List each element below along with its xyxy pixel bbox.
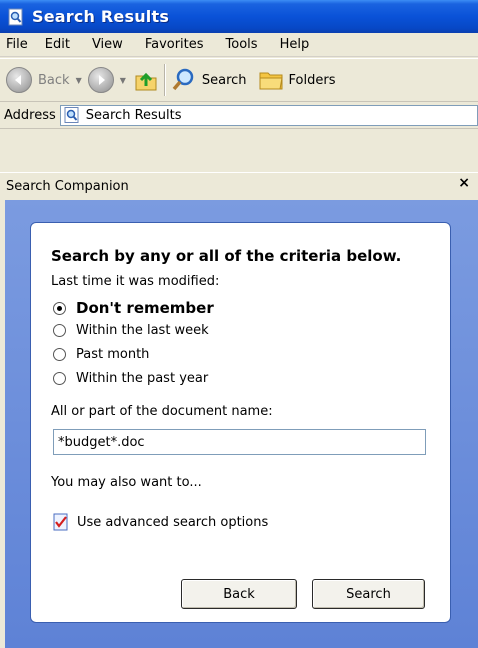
explorer-window: Search Results File Edit View Favorites … [0,0,478,648]
option-label: Past month [76,347,150,362]
name-label: All or part of the document name: [51,404,273,419]
radio-button[interactable] [53,324,66,337]
menu-help[interactable]: Help [280,37,310,52]
menu-file[interactable]: File [6,37,28,52]
back-label: Back [38,72,70,88]
search-pane-button[interactable]: Search [312,579,425,609]
toolbar: Back ▼ ▼ Search Folders [0,58,478,102]
radio-button[interactable] [53,301,66,315]
option-past-month[interactable]: Past month [53,347,149,362]
option-last-week[interactable]: Within the last week [53,323,209,338]
criteria-heading: Search by any or all of the criteria bel… [51,247,402,265]
option-past-year[interactable]: Within the past year [53,371,208,386]
search-criteria-card: Search by any or all of the criteria bel… [30,222,451,623]
radio-button[interactable] [53,348,66,361]
up-folder-button[interactable] [132,66,160,94]
modified-label: Last time it was modified: [51,274,220,289]
also-label: You may also want to... [51,475,202,490]
option-label: Within the past year [76,371,209,386]
window-title: Search Results [32,7,170,26]
toolbar-separator [163,64,166,96]
back-button[interactable]: Back [6,67,70,93]
pane-title: Search Companion [6,178,129,194]
advanced-options-link[interactable]: Use advanced search options [53,513,268,531]
back-pane-button[interactable]: Back [181,579,297,609]
address-value: Search Results [85,107,182,123]
address-label: Address [4,107,56,123]
menu-tools[interactable]: Tools [226,37,258,52]
menu-bar: File Edit View Favorites Tools Help [0,33,478,57]
back-dropdown-icon[interactable]: ▼ [76,76,82,85]
folders-label: Folders [288,72,336,88]
close-icon[interactable]: × [458,175,470,191]
search-button[interactable]: Search [170,66,247,94]
menu-view[interactable]: View [92,37,123,52]
search-results-icon [64,107,79,123]
up-folder-icon [135,72,157,91]
folders-icon [259,72,283,90]
title-bar[interactable]: Search Results [0,0,478,33]
radio-button[interactable] [53,372,66,385]
pane-spacer [0,130,478,172]
forward-arrow-icon [87,67,114,93]
menu-favorites[interactable]: Favorites [145,37,204,52]
advanced-options-label: Use advanced search options [77,514,269,530]
folders-button[interactable]: Folders [257,67,336,93]
option-dont-remember[interactable]: Don't remember [53,299,214,317]
forward-dropdown-icon[interactable]: ▼ [120,76,126,85]
pane-header: Search Companion × [0,172,478,199]
address-bar: Address Search Results [0,102,478,129]
checklist-icon [53,513,68,531]
document-name-input[interactable] [53,429,426,455]
option-label: Don't remember [76,299,214,317]
search-results-icon [8,8,23,25]
back-arrow-icon [6,67,32,93]
magnifier-icon [172,68,194,91]
forward-button[interactable] [87,67,114,93]
search-label: Search [201,72,247,88]
menu-edit[interactable]: Edit [45,37,70,52]
address-field[interactable]: Search Results [59,104,478,126]
option-label: Within the last week [76,323,209,338]
